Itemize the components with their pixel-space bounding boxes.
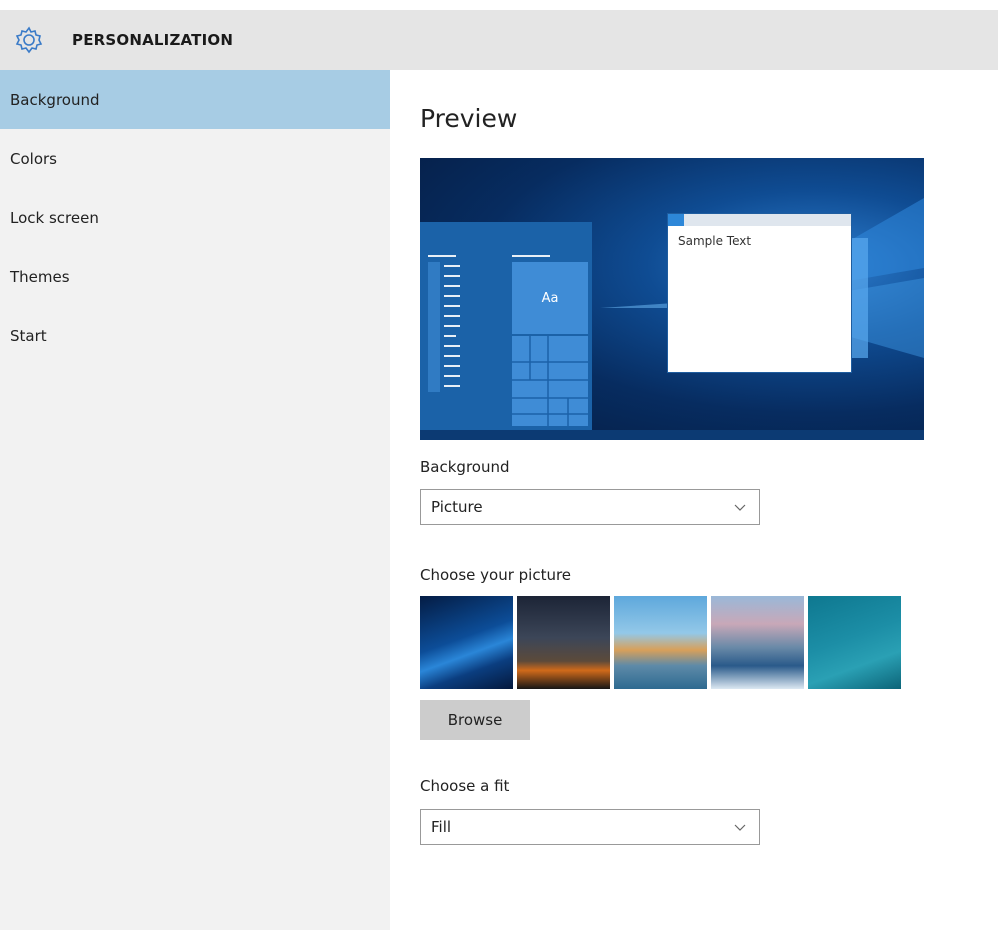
picture-thumbnail-underwater[interactable]: [808, 596, 901, 689]
gear-icon: [15, 26, 43, 54]
sidebar-item-label: Colors: [10, 149, 57, 168]
choose-picture-label: Choose your picture: [420, 566, 572, 584]
fit-dropdown[interactable]: Fill: [420, 809, 760, 845]
picture-thumbnail-beach-rocks[interactable]: [614, 596, 707, 689]
sidebar-item-colors[interactable]: Colors: [0, 129, 390, 188]
background-label: Background: [420, 458, 510, 476]
background-dropdown-value: Picture: [431, 498, 483, 516]
app-header: PERSONALIZATION: [0, 10, 998, 70]
sidebar: Background Colors Lock screen Themes Sta…: [0, 70, 390, 930]
sidebar-item-label: Start: [10, 326, 47, 345]
sample-window-accent: [668, 214, 684, 226]
sidebar-item-label: Background: [10, 90, 100, 109]
main-content: Preview Aa Sample Text Background Pictur…: [420, 70, 980, 845]
fit-label: Choose a fit: [420, 777, 510, 795]
sample-window-titlebar: [668, 214, 851, 226]
picture-thumbnail-windows[interactable]: [420, 596, 513, 689]
picture-thumbnail-coast[interactable]: [711, 596, 804, 689]
browse-button[interactable]: Browse: [420, 700, 530, 740]
sidebar-item-start[interactable]: Start: [0, 306, 390, 365]
picture-thumbnails: [420, 596, 901, 689]
preview-tile: Aa: [512, 262, 588, 334]
chevron-down-icon: [734, 504, 746, 511]
chevron-down-icon: [734, 824, 746, 831]
sidebar-item-lock-screen[interactable]: Lock screen: [0, 188, 390, 247]
background-dropdown[interactable]: Picture: [420, 489, 760, 525]
preview-taskbar: [420, 430, 924, 440]
sidebar-item-themes[interactable]: Themes: [0, 247, 390, 306]
sidebar-item-background[interactable]: Background: [0, 70, 390, 129]
page-title: Preview: [420, 104, 518, 133]
sample-text: Sample Text: [678, 234, 752, 248]
sidebar-item-label: Lock screen: [10, 208, 99, 227]
app-title: PERSONALIZATION: [72, 31, 234, 49]
picture-thumbnail-night-sky[interactable]: [517, 596, 610, 689]
preview-sample-window: Sample Text: [668, 214, 851, 372]
sidebar-item-label: Themes: [10, 267, 70, 286]
fit-dropdown-value: Fill: [431, 818, 452, 836]
desktop-preview: Aa Sample Text: [420, 158, 924, 440]
